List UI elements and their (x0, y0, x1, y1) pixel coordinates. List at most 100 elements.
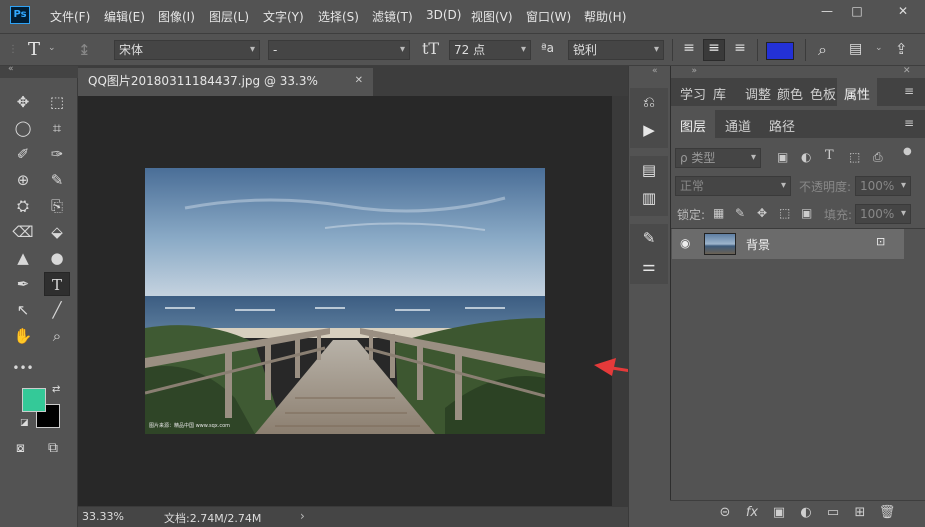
tab-channels[interactable]: 通道 (725, 116, 751, 135)
brush-presets-icon[interactable]: ⚌ (630, 252, 668, 280)
dodge-tool-icon[interactable]: ● (44, 246, 70, 270)
menu-edit[interactable]: 编辑(E) (104, 8, 145, 25)
minimize-button[interactable]: — (816, 3, 838, 19)
lock-position-icon[interactable]: ✥ (757, 206, 767, 220)
blend-mode-select[interactable]: 正常 ▾ (675, 176, 791, 196)
font-size-select[interactable]: 72 点 ▾ (449, 40, 531, 60)
foreground-color-swatch[interactable] (22, 388, 46, 412)
tab-swatches[interactable]: 色板 (810, 84, 836, 103)
quick-mask-icon[interactable]: ⧇ (16, 440, 25, 456)
menu-window[interactable]: 窗口(W) (526, 8, 571, 25)
layer-filter-select[interactable]: ρ 类型 ▾ (675, 148, 761, 168)
character-panel-icon[interactable]: ▤ (630, 156, 668, 184)
tab-properties[interactable]: 属性 (844, 84, 870, 103)
menu-image[interactable]: 图像(I) (158, 8, 195, 25)
status-menu-arrow-icon[interactable]: › (300, 509, 305, 523)
type-tool-preset-icon[interactable]: T (28, 39, 40, 60)
visibility-eye-icon[interactable]: ◉ (680, 236, 690, 250)
close-tab-icon[interactable]: ✕ (355, 68, 363, 94)
clone-stamp-tool-icon[interactable]: ⛭ (10, 194, 36, 218)
tab-adjustments[interactable]: 调整 (745, 84, 771, 103)
layers-menu-icon[interactable]: ≡ (904, 116, 914, 130)
quick-select-tool-icon[interactable]: ⌗ (44, 116, 70, 140)
fx-icon[interactable]: fx (743, 505, 761, 520)
filter-adjustment-icon[interactable]: ◐ (801, 150, 811, 164)
paint-bucket-tool-icon[interactable]: ⬙ (44, 220, 70, 244)
vertical-scrollbar[interactable] (612, 96, 628, 506)
close-window-button[interactable]: ✕ (892, 3, 914, 19)
filter-type-icon[interactable]: T (825, 148, 834, 163)
filter-smart-object-icon[interactable]: ⎙ (873, 150, 883, 165)
menu-view[interactable]: 视图(V) (471, 8, 513, 25)
filter-toggle-icon[interactable]: ● (903, 146, 912, 157)
actions-play-icon[interactable]: ▶ (630, 116, 668, 144)
menu-layer[interactable]: 图层(L) (209, 8, 249, 25)
chevron-down-icon[interactable]: ⌄ (875, 43, 883, 53)
filter-pixel-icon[interactable]: ▣ (777, 150, 788, 164)
collapse-panels-icon[interactable]: » (691, 66, 697, 76)
antialias-select[interactable]: 锐利 ▾ (568, 40, 664, 60)
collapse-icon[interactable]: « (8, 64, 14, 74)
font-style-select[interactable]: - ▾ (268, 40, 410, 60)
fill-input[interactable]: 100% ▾ (855, 204, 911, 224)
new-group-icon[interactable]: ▭ (824, 505, 842, 520)
layer-row[interactable]: ◉ 背景 ⊡ (672, 229, 904, 259)
default-colors-icon[interactable]: ◪ (20, 418, 29, 428)
share-icon[interactable]: ⇪ (895, 40, 908, 58)
align-right-icon[interactable]: ≡ (731, 40, 749, 60)
lock-pixels-icon[interactable]: ✎ (735, 206, 745, 220)
history-icon[interactable]: ⎌ (630, 88, 668, 116)
lock-all-icon[interactable]: ▣ (801, 206, 812, 220)
link-layers-icon[interactable]: ⊝ (716, 505, 734, 520)
layer-name[interactable]: 背景 (746, 236, 770, 253)
hand-tool-icon[interactable]: ✋ (10, 324, 36, 348)
menu-type[interactable]: 文字(Y) (263, 8, 304, 25)
lock-artboard-icon[interactable]: ⬚ (779, 206, 790, 220)
tab-paths[interactable]: 路径 (769, 116, 795, 135)
lasso-tool-icon[interactable]: ◯ (10, 116, 36, 140)
tools-collapse-bar[interactable]: « (0, 64, 78, 78)
menu-filter[interactable]: 滤镜(T) (372, 8, 413, 25)
panel-menu-icon[interactable]: ≡ (904, 84, 914, 98)
marquee-tool-icon[interactable]: ⬚ (44, 90, 70, 114)
zoom-tool-icon[interactable]: ⌕ (44, 324, 70, 348)
new-layer-icon[interactable]: ⊞ (851, 505, 869, 520)
document-tab[interactable]: QQ图片20180311184437.jpg @ 33.3%(RGB/8#) ✕ (78, 68, 373, 114)
restore-button[interactable]: □ (846, 3, 868, 19)
menu-3d[interactable]: 3D(D) (426, 8, 461, 22)
eyedropper-tool-icon[interactable]: ✑ (44, 142, 70, 166)
opacity-input[interactable]: 100% ▾ (855, 176, 911, 196)
canvas-image[interactable]: 图片来源：精品中国 www.sqx.com (145, 168, 545, 434)
menu-file[interactable]: 文件(F) (50, 8, 90, 25)
tab-libraries[interactable]: 库 (713, 84, 726, 103)
chevron-down-icon[interactable]: ⌄ (48, 43, 56, 53)
path-select-tool-icon[interactable]: ↖ (10, 298, 36, 322)
tab-layers[interactable]: 图层 (680, 116, 706, 135)
screen-mode-icon[interactable]: ⧉ (48, 440, 58, 456)
align-left-icon[interactable]: ≡ (680, 40, 698, 60)
tab-color[interactable]: 颜色 (777, 84, 803, 103)
move-tool-icon[interactable]: ✥ (10, 90, 36, 114)
tab-learn[interactable]: 学习 (680, 84, 706, 103)
menu-select[interactable]: 选择(S) (318, 8, 359, 25)
close-panels-icon[interactable]: ✕ (903, 66, 911, 76)
more-tools-icon[interactable]: ••• (10, 356, 36, 380)
eraser-tool-icon[interactable]: ⌫ (10, 220, 36, 244)
brush-settings-icon[interactable]: ✎ (630, 224, 668, 252)
panel-toggle-icon[interactable]: ▤ (849, 41, 862, 57)
adjustment-layer-icon[interactable]: ◐ (797, 505, 815, 520)
filter-shape-icon[interactable]: ⬚ (849, 150, 860, 164)
lock-transparent-icon[interactable]: ▦ (713, 206, 724, 220)
text-orientation-icon[interactable]: ↨ (78, 41, 91, 59)
font-family-select[interactable]: 宋体 ▾ (114, 40, 260, 60)
warp-text-icon[interactable]: ⌕ (818, 40, 827, 60)
type-tool-icon[interactable]: T (44, 272, 70, 296)
line-tool-icon[interactable]: ╱ (44, 298, 70, 322)
expand-icon[interactable]: « (652, 66, 658, 76)
text-color-swatch[interactable] (766, 42, 794, 60)
crop-tool-icon[interactable]: ✐ (10, 142, 36, 166)
menu-help[interactable]: 帮助(H) (584, 8, 626, 25)
healing-brush-tool-icon[interactable]: ⊕ (10, 168, 36, 192)
history-brush-tool-icon[interactable]: ⎘ (44, 194, 70, 218)
brush-tool-icon[interactable]: ✎ (44, 168, 70, 192)
